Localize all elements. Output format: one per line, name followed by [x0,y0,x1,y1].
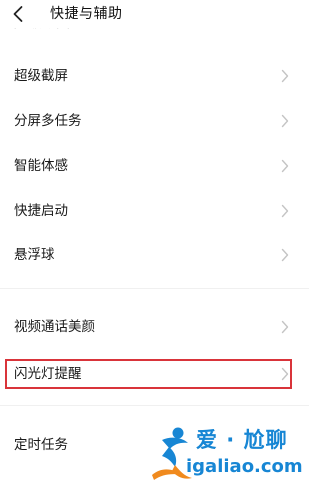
chevron-right-icon [281,204,289,218]
header: 快捷与辅助 [0,0,309,28]
watermark: 爱 · 尬聊 igaliao.com [148,425,303,485]
list-item-label: 快捷启动 [14,203,68,219]
chevron-right-icon [281,159,289,173]
list-item-floating-ball[interactable]: 悬浮球 [0,235,309,275]
chevron-right-icon [281,69,289,83]
page-title: 快捷与辅助 [50,6,123,22]
chevron-left-icon [13,6,23,22]
chevron-right-icon [281,248,289,262]
section-divider [0,288,309,289]
list-item-video-call-beauty[interactable]: 视频通话美颜 [0,307,309,347]
watermark-url: igaliao.com [186,456,303,477]
list-item-label: 悬浮球 [14,247,55,263]
list-item-split-screen[interactable]: 分屏多任务 [0,101,309,141]
list-item-label: 闪光灯提醒 [14,366,82,382]
chevron-right-icon [281,367,289,381]
back-button[interactable] [8,3,30,25]
section-divider [0,405,309,406]
list-item-flash-reminder[interactable]: 闪光灯提醒 [0,354,309,394]
list-item-smart-motion[interactable]: 智能体感 [0,146,309,186]
chevron-right-icon [281,320,289,334]
chevron-right-icon [281,114,289,128]
list-item-label: 视频通话美颜 [14,319,95,335]
list-item-quick-launch[interactable]: 快捷启动 [0,191,309,231]
list-item-super-screenshot[interactable]: 超级截屏 [0,56,309,96]
list-item-label: 定时任务 [14,437,68,453]
watermark-title: 爱 · 尬聊 [196,428,288,452]
list-item-label: 智能体感 [14,158,68,174]
list-item-label: 超级截屏 [14,68,68,84]
list-item-label: 分屏多任务 [14,113,82,129]
